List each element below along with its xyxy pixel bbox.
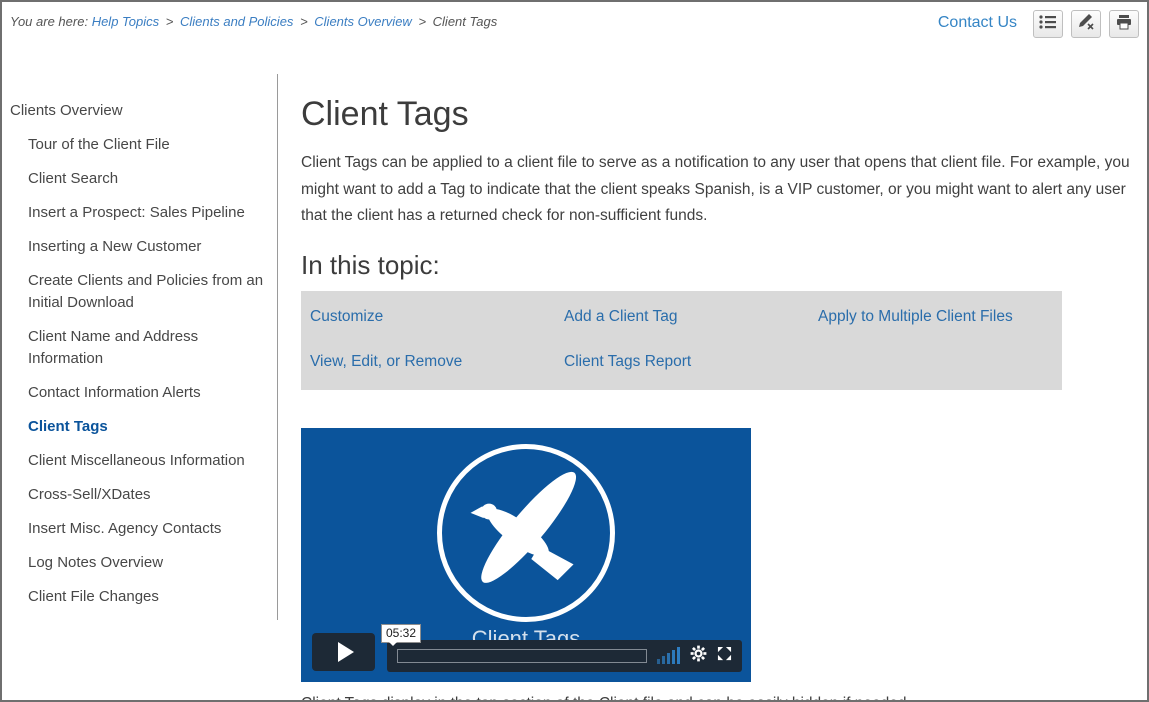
- breadcrumb-separator: >: [297, 14, 311, 29]
- breadcrumb-prefix: You are here:: [10, 14, 88, 29]
- topic-links-box: Customize Add a Client Tag Apply to Mult…: [301, 291, 1062, 390]
- topic-link-view-edit-or-remove[interactable]: View, Edit, or Remove: [310, 353, 564, 371]
- breadcrumb-separator: >: [163, 14, 177, 29]
- sidebar-item-tour-of-the-client-file[interactable]: Tour of the Client File: [10, 134, 267, 156]
- intro-paragraph: Client Tags can be applied to a client f…: [301, 150, 1134, 230]
- topic-link-add-a-client-tag[interactable]: Add a Client Tag: [564, 308, 818, 326]
- top-actions: Contact Us: [938, 10, 1139, 44]
- volume-control[interactable]: [657, 647, 680, 664]
- sidebar-nav: Clients Overview Tour of the Client File…: [2, 74, 278, 620]
- help-page: You are here: Help Topics > Clients and …: [0, 0, 1149, 702]
- topic-link-customize[interactable]: Customize: [310, 308, 564, 326]
- sidebar-item-insert-misc-agency-contacts[interactable]: Insert Misc. Agency Contacts: [10, 518, 267, 540]
- eagle-logo-ring: [437, 444, 615, 622]
- in-this-topic-heading: In this topic:: [301, 250, 1134, 281]
- print-button[interactable]: [1109, 10, 1139, 38]
- top-bar: You are here: Help Topics > Clients and …: [2, 2, 1147, 44]
- sidebar-item-clients-overview[interactable]: Clients Overview: [10, 100, 267, 122]
- progress-bar[interactable]: [397, 649, 647, 663]
- sidebar-item-log-notes-overview[interactable]: Log Notes Overview: [10, 552, 267, 574]
- print-icon: [1115, 14, 1133, 35]
- sidebar-item-insert-a-prospect[interactable]: Insert a Prospect: Sales Pipeline: [10, 202, 267, 224]
- footer-paragraph: Client Tags display in the top section o…: [301, 695, 1134, 702]
- toc-button[interactable]: [1033, 10, 1063, 38]
- remove-highlight-icon: [1077, 14, 1095, 35]
- sidebar-item-client-tags[interactable]: Client Tags: [10, 416, 267, 438]
- breadcrumb-link-clients-overview[interactable]: Clients Overview: [314, 14, 412, 29]
- sidebar-item-contact-information-alerts[interactable]: Contact Information Alerts: [10, 382, 267, 404]
- gear-icon: [690, 645, 707, 667]
- page-title: Client Tags: [301, 94, 1134, 134]
- remove-highlight-button[interactable]: [1071, 10, 1101, 38]
- breadcrumb-link-help-topics[interactable]: Help Topics: [92, 14, 159, 29]
- sidebar-item-inserting-a-new-customer[interactable]: Inserting a New Customer: [10, 236, 267, 258]
- toc-icon: [1039, 14, 1057, 35]
- sidebar-item-client-file-changes[interactable]: Client File Changes: [10, 586, 267, 608]
- fullscreen-button[interactable]: [717, 646, 732, 666]
- sidebar-item-create-clients-initial-download[interactable]: Create Clients and Policies from an Init…: [10, 270, 267, 314]
- sidebar-item-client-miscellaneous-information[interactable]: Client Miscellaneous Information: [10, 450, 267, 472]
- sidebar-item-client-name-and-address[interactable]: Client Name and Address Information: [10, 326, 267, 370]
- topic-link-client-tags-report[interactable]: Client Tags Report: [564, 353, 818, 371]
- play-icon: [338, 642, 354, 662]
- breadcrumb-separator: >: [415, 14, 429, 29]
- contact-us-link[interactable]: Contact Us: [938, 14, 1017, 32]
- topic-link-apply-to-multiple-client-files[interactable]: Apply to Multiple Client Files: [818, 308, 1062, 326]
- main-content: Client Tags Client Tags can be applied t…: [301, 74, 1134, 702]
- breadcrumb-link-clients-and-policies[interactable]: Clients and Policies: [180, 14, 293, 29]
- video-control-bar: [387, 640, 742, 672]
- settings-button[interactable]: [690, 645, 707, 667]
- sidebar-item-client-search[interactable]: Client Search: [10, 168, 267, 190]
- sidebar-item-cross-sell-xdates[interactable]: Cross-Sell/XDates: [10, 484, 267, 506]
- video-player[interactable]: Client Tags 05:32: [301, 428, 751, 682]
- play-button[interactable]: [312, 633, 375, 671]
- video-duration-tooltip: 05:32: [381, 624, 421, 643]
- eagle-icon: [460, 464, 592, 601]
- breadcrumb-current: Client Tags: [433, 14, 498, 29]
- breadcrumb: You are here: Help Topics > Clients and …: [10, 10, 497, 44]
- fullscreen-icon: [717, 646, 732, 666]
